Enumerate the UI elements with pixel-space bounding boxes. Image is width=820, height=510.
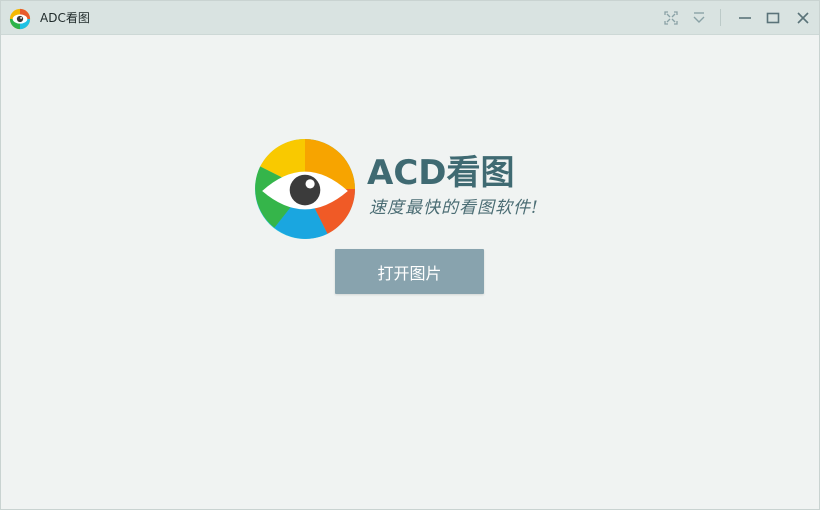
minimize-button[interactable] [734,7,756,29]
fullscreen-button[interactable] [660,7,682,29]
maximize-icon [766,12,780,24]
titlebar-divider [720,9,721,26]
brand-title: ACD看图 [367,153,515,193]
maximize-button[interactable] [762,7,784,29]
title-bar[interactable]: ADC看图 [1,1,819,35]
brand-logo-eye-icon [255,139,355,239]
open-image-button[interactable]: 打开图片 [335,249,484,294]
close-button[interactable] [792,7,814,29]
app-logo-icon [9,8,31,30]
chevron-down-icon [693,12,705,23]
fullscreen-icon [664,11,678,25]
brand-slogan: 速度最快的看图软件! [369,198,539,218]
close-icon [797,12,809,24]
minimize-icon [739,17,751,19]
app-window: ADC看图 ACD看图 速度最快的看图软件! 打开图片 [0,0,820,510]
menu-dropdown-button[interactable] [688,7,710,29]
window-title: ADC看图 [40,11,90,25]
